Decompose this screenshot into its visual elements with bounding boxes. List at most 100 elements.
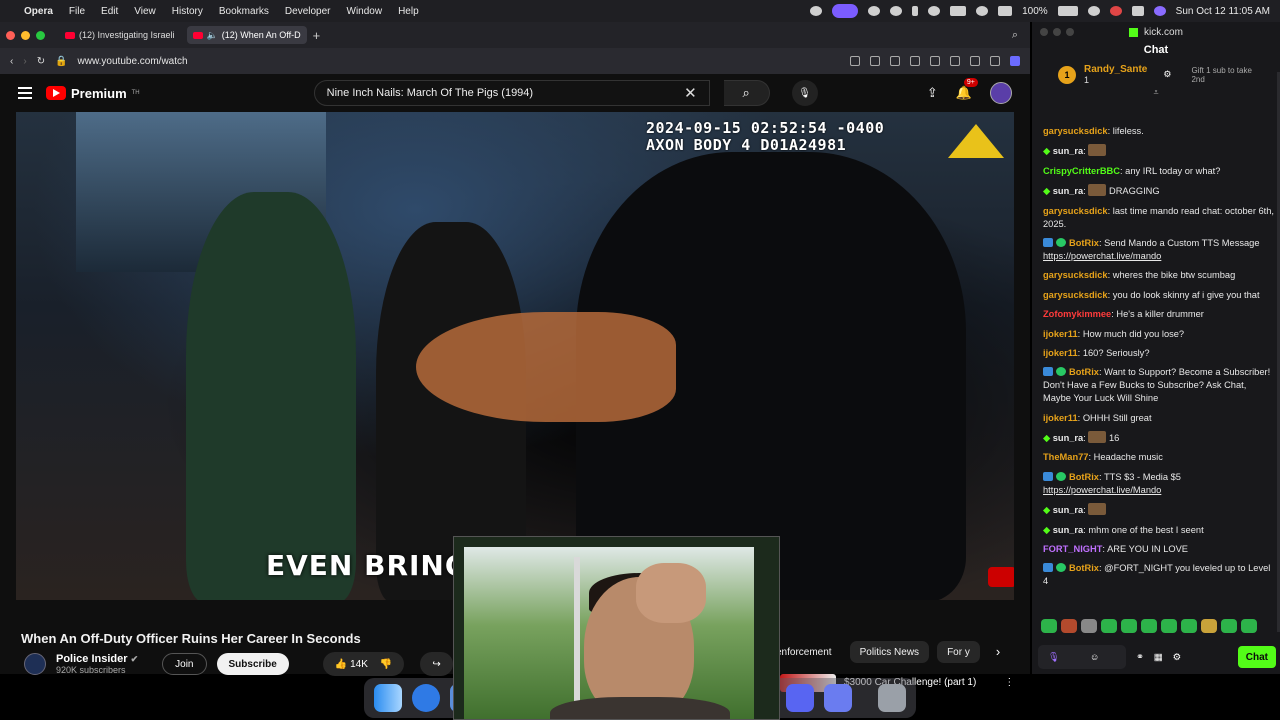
gift-sub-icon[interactable]: ⚭ (1136, 652, 1144, 663)
emote-icon[interactable] (1161, 619, 1177, 633)
forward-icon[interactable]: › (23, 56, 26, 67)
emote-icon[interactable] (1041, 619, 1057, 633)
sidebar-icon[interactable] (1010, 56, 1020, 66)
search-button[interactable]: ⌕ (723, 80, 770, 106)
control-center-icon[interactable] (1131, 6, 1144, 16)
tab-current-video[interactable]: 🔈 (12) When An Off-D (186, 26, 307, 44)
battery-icon[interactable] (1057, 6, 1078, 16)
emote-icon[interactable] (1121, 619, 1137, 633)
search-icon[interactable] (1087, 6, 1100, 16)
chip-enforcement[interactable]: enforcement (776, 641, 842, 663)
chat-username[interactable]: garysucksdick (1043, 290, 1108, 300)
emote-icon[interactable] (1241, 619, 1257, 633)
chat-username[interactable]: BotRix (1069, 563, 1099, 573)
voice-search-button[interactable]: 🎙 (791, 80, 818, 106)
collapse-icon[interactable]: ⩡ (1032, 87, 1280, 98)
youtube-logo[interactable]: Premium TH (46, 86, 140, 101)
emote-icon[interactable] (1061, 619, 1077, 633)
chat-username[interactable]: Zofomykimmee (1043, 309, 1111, 319)
profile-icon[interactable] (990, 56, 1000, 66)
hamburger-menu-icon[interactable] (18, 87, 32, 99)
safari-icon[interactable] (412, 684, 440, 712)
account-avatar[interactable] (990, 82, 1012, 104)
kick-zoom-button[interactable] (1066, 28, 1074, 36)
join-button[interactable]: Join (162, 653, 207, 675)
play-toolbar-icon[interactable] (910, 56, 920, 66)
moon-icon[interactable] (928, 6, 941, 16)
chat-username[interactable]: TheMan77 (1043, 452, 1088, 462)
screen-share-icon[interactable] (810, 6, 823, 16)
speaker-icon[interactable]: 🔈 (207, 30, 218, 41)
send-chat-button[interactable]: Chat (1237, 646, 1276, 668)
chat-username[interactable]: sun_ra (1053, 186, 1084, 196)
chat-username[interactable]: garysucksdick (1043, 206, 1108, 216)
edit-icon[interactable] (850, 56, 860, 66)
chat-username[interactable]: ijoker11 (1043, 348, 1078, 358)
channel-name[interactable]: Police Insider ✔ (56, 653, 138, 665)
more-options-icon[interactable]: ⋮ (1004, 674, 1014, 692)
chat-username[interactable]: BotRix (1069, 367, 1099, 377)
browser-search-icon[interactable]: ⌕ (1012, 29, 1018, 42)
share-button[interactable]: ↪ (420, 652, 453, 676)
subscribe-button[interactable]: Subscribe (216, 653, 289, 675)
chat-username[interactable]: garysucksdick (1043, 126, 1108, 136)
chat-username[interactable]: sun_ra (1053, 433, 1084, 443)
new-tab-button[interactable]: + (313, 28, 321, 43)
menu-window[interactable]: Window (339, 6, 391, 17)
dislike-button[interactable]: 👎 (380, 659, 392, 670)
chip-for-you[interactable]: For y (937, 641, 980, 663)
kick-close-button[interactable] (1040, 28, 1048, 36)
kick-minimize-button[interactable] (1053, 28, 1061, 36)
chat-username[interactable]: ijoker11 (1043, 413, 1078, 423)
menu-app-name[interactable]: Opera (16, 6, 61, 17)
upload-icon[interactable]: ⇪ (927, 85, 938, 101)
url-field[interactable]: www.youtube.com/watch (78, 56, 188, 67)
menu-history[interactable]: History (164, 6, 211, 17)
channel-watermark-icon[interactable] (988, 567, 1014, 587)
emote-icon[interactable] (1141, 619, 1157, 633)
back-icon[interactable]: ‹ (10, 56, 13, 67)
shield-icon[interactable] (890, 56, 900, 66)
chat-username[interactable]: sun_ra (1053, 146, 1084, 156)
time-machine-icon[interactable] (976, 6, 989, 16)
emote-icon[interactable] (1081, 619, 1097, 633)
close-window-button[interactable] (6, 30, 15, 40)
notifications-button[interactable]: 🔔 9+ (956, 78, 978, 102)
headphones-icon[interactable] (868, 6, 881, 16)
emote-icon[interactable] (1181, 619, 1197, 633)
chat-link[interactable]: https://powerchat.live/Mando (1043, 485, 1161, 495)
emoji-picker-icon[interactable]: ☺ (1090, 652, 1100, 662)
menu-developer[interactable]: Developer (277, 6, 339, 17)
emote-icon[interactable] (1101, 619, 1117, 633)
finder-icon[interactable] (374, 684, 402, 712)
tab-investigating[interactable]: (12) Investigating Israeli (59, 26, 181, 44)
like-button[interactable]: 👍 14K (335, 659, 368, 670)
chat-username[interactable]: CrispyCritterBBC (1043, 166, 1120, 176)
chat-username[interactable]: sun_ra (1053, 505, 1084, 515)
settings-gear-icon[interactable]: ⚙ (1173, 652, 1181, 663)
discord-icon[interactable] (786, 684, 814, 712)
menu-view[interactable]: View (126, 6, 164, 17)
chat-username[interactable]: FORT_NIGHT (1043, 544, 1102, 554)
wifi-icon[interactable] (998, 6, 1013, 16)
chat-username[interactable]: garysucksdick (1043, 270, 1108, 280)
channel-avatar[interactable] (24, 653, 46, 675)
mail-icon[interactable] (824, 684, 852, 712)
camera-icon[interactable] (870, 56, 880, 66)
download-icon[interactable] (950, 56, 960, 66)
reload-icon[interactable]: ↻ (37, 56, 45, 67)
play-icon[interactable] (890, 6, 903, 16)
top-gifter[interactable]: 1 Randy_Sante 1 ⚙ Gift 1 sub to take 2nd (1032, 56, 1280, 85)
chip-politics-news[interactable]: Politics News (849, 641, 930, 663)
user-switch-icon[interactable] (1109, 6, 1122, 16)
chat-username[interactable]: ijoker11 (1043, 329, 1078, 339)
zoom-window-button[interactable] (36, 30, 45, 40)
menu-help[interactable]: Help (390, 6, 427, 17)
menubar-clock[interactable]: Sun Oct 12 11:05 AM (1176, 6, 1270, 17)
chat-link[interactable]: https://powerchat.live/mando (1043, 251, 1161, 261)
chat-username[interactable]: sun_ra (1053, 525, 1084, 535)
recording-icon[interactable] (832, 4, 859, 18)
keyboard-layout-icon[interactable] (950, 6, 967, 16)
microphone-icon[interactable]: 🎙 (1048, 652, 1060, 663)
menu-file[interactable]: File (61, 6, 93, 17)
